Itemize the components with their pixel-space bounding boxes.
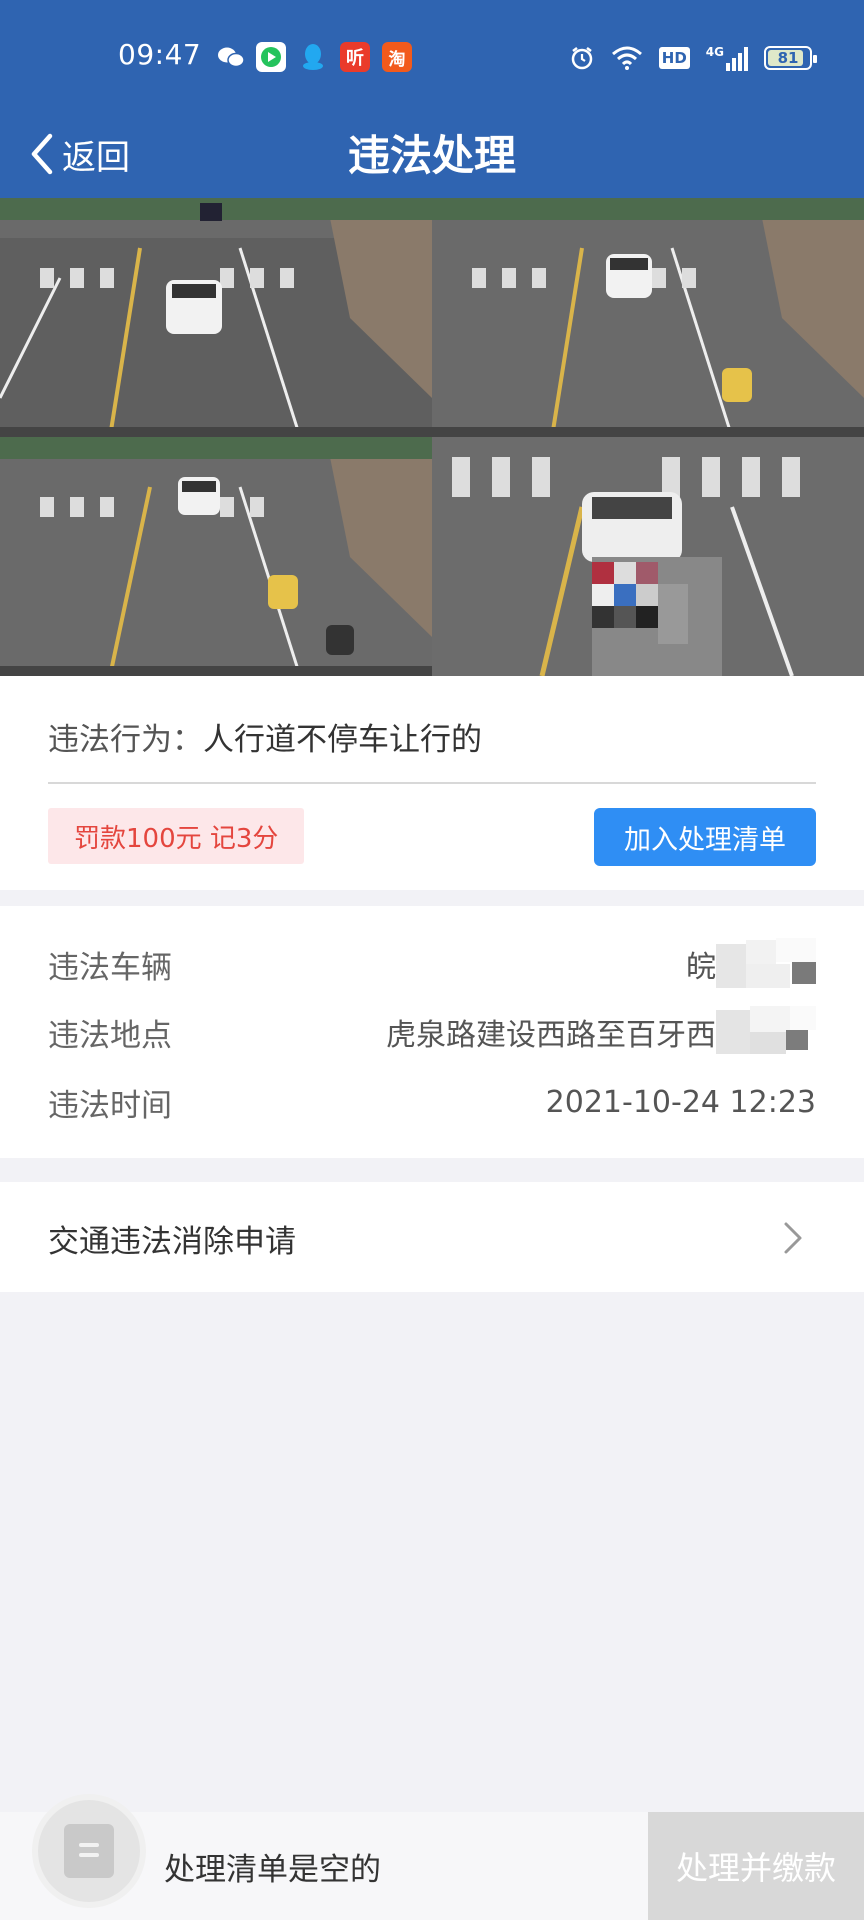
fine-badge: 罚款100元 记3分 <box>48 808 305 864</box>
taobao-icon: 淘 <box>382 42 412 72</box>
evidence-photo-grid <box>0 198 864 676</box>
evidence-photo[interactable] <box>0 198 432 437</box>
cart-button[interactable] <box>38 1800 140 1902</box>
vehicle-value-container: 皖 <box>686 938 816 990</box>
listen-app-icon: 听 <box>340 42 370 72</box>
network-type-label: 4G <box>705 45 724 59</box>
empty-list-text: 处理清单是空的 <box>164 1852 381 1888</box>
system-icons: HD 4G 81 <box>569 42 817 74</box>
divider <box>48 782 816 784</box>
appeal-label: 交通违法消除申请 <box>48 1224 296 1260</box>
process-and-pay-button[interactable]: 处理并缴款 <box>648 1812 864 1920</box>
page-title: 违法处理 <box>347 131 516 180</box>
chevron-right-icon <box>784 1222 802 1254</box>
vehicle-row: 违法车辆 皖 <box>48 934 816 994</box>
status-bar: 09:47 听 淘 HD 4G 81 <box>0 0 864 110</box>
app-header: 09:47 听 淘 HD 4G 81 返回 违法处理 <box>0 0 864 198</box>
alarm-icon <box>571 47 593 70</box>
video-icon <box>256 42 286 72</box>
violation-card: 违法行为：人行道不停车让行的 罚款100元 记3分 加入处理清单 <box>0 676 864 890</box>
evidence-photo[interactable] <box>432 198 864 437</box>
location-value-container: 虎泉路建设西路至百牙西 <box>386 1006 816 1058</box>
qq-icon <box>298 42 328 72</box>
violation-behavior-label: 违法行为： <box>48 722 203 758</box>
violation-elimination-appeal-row[interactable]: 交通违法消除申请 <box>0 1182 864 1292</box>
bottom-bar: 处理清单是空的 处理并缴款 <box>0 1800 864 1920</box>
wechat-icon <box>216 42 246 72</box>
location-value: 虎泉路建设西路至百牙西 <box>386 1018 716 1053</box>
vehicle-value: 皖 <box>686 950 716 985</box>
add-to-list-button[interactable]: 加入处理清单 <box>594 808 816 866</box>
time-row: 违法时间 2021-10-24 12:23 <box>48 1072 816 1132</box>
time-value: 2021-10-24 12:23 <box>545 1084 816 1120</box>
location-label: 违法地点 <box>48 1017 172 1054</box>
redaction-mosaic <box>716 1006 816 1058</box>
violation-behavior-value: 人行道不停车让行的 <box>203 722 482 758</box>
vehicle-label: 违法车辆 <box>48 949 172 986</box>
wifi-icon <box>611 46 642 70</box>
location-row: 违法地点 虎泉路建设西路至百牙西 <box>48 1002 816 1062</box>
evidence-photo[interactable] <box>0 437 432 676</box>
violation-behavior: 违法行为：人行道不停车让行的 <box>48 714 482 759</box>
status-time: 09:47 <box>118 38 202 71</box>
violation-details-card: 违法车辆 皖 违法地点 虎泉路建设西路至百牙西 违法时间 2021-10-24 … <box>0 906 864 1158</box>
evidence-photo[interactable] <box>432 437 864 676</box>
battery-level: 81 <box>777 49 799 67</box>
nav-bar: 返回 违法处理 <box>0 110 864 198</box>
redaction-mosaic <box>716 938 816 990</box>
battery-icon: 81 <box>764 46 817 70</box>
signal-icon: 4G <box>706 45 748 71</box>
hd-icon: HD <box>658 47 690 69</box>
list-icon <box>64 1824 114 1878</box>
time-label: 违法时间 <box>48 1087 172 1124</box>
